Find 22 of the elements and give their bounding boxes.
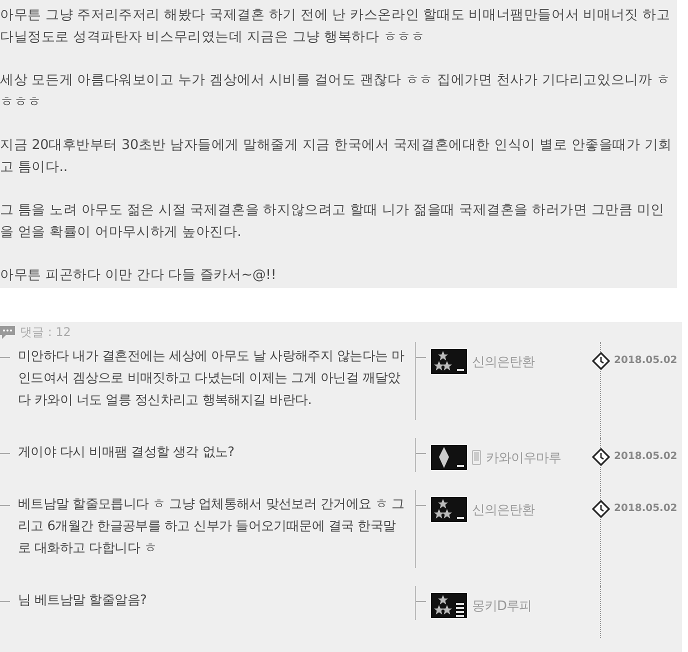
post-paragraph: 지금 20대후반부터 30초반 남자들에게 말해줄게 지금 한국에서 국제결혼에대한 인식이 별로 안좋을때가 기회고 틈이다.. bbox=[0, 136, 673, 177]
comment-count: 댓글 : 12 bbox=[20, 324, 71, 340]
comment-text: 미안하다 내가 결혼전에는 세상에 아무도 날 사랑해주지 않는다는 마인드여서 겜상으로 비매짓하고 다녔는데 이제는 그게 아닌걸 깨달았다 카와이 너도 얼릉 정신차리고 행복해지길 바란다. bbox=[18, 348, 405, 410]
post-paragraph: 그 틈을 노려 아무도 젊은 시절 국제결혼을 하지않으려고 할때 니가 젊을때 국제결혼을 하러가면 그만큼 미인을 얻을 확률이 어마무시하게 높아진다. bbox=[0, 201, 666, 242]
author-name[interactable]: 신의은탄환 bbox=[472, 500, 534, 518]
post-paragraph: 아무튼 그냥 주저리주저리 해봤다 국제결혼 하기 전에 난 카스온라인 할때도 비매너팸만들어서 비매너짓 하고 다닐정도로 성격파탄자 비스무리였는데 지금은 그냥 행복하다 ㅎㅎㅎ bbox=[0, 6, 672, 47]
level-badge-icon bbox=[431, 349, 467, 374]
level-badge-icon bbox=[431, 497, 467, 522]
comment-text: 베트남말 할줄모릅니다 ㅎ 그냥 업체통해서 맞선보러 간거에요 ㅎ 그리고 6개월간 한글공부를 하고 신부가 들어오기때문에 결국 한국말로 대화하고 다합니다 ㅎ bbox=[18, 496, 405, 558]
speech-bubble-icon bbox=[0, 326, 15, 338]
comment-text: 게이야 다시 비매팸 결성할 생각 없노? bbox=[18, 444, 236, 462]
post-paragraph: 아무튼 피곤하다 이만 간다 다들 즐카서~@!! bbox=[0, 266, 278, 285]
author-name[interactable]: 몽키D루피 bbox=[472, 596, 532, 614]
level-badge-icon bbox=[431, 593, 467, 618]
author-name[interactable]: 신의은탄환 bbox=[472, 352, 534, 370]
level-badge-icon bbox=[431, 445, 467, 470]
comment-date: 2018.05.02 bbox=[614, 451, 678, 462]
comment-date: 2018.05.02 bbox=[614, 503, 678, 514]
author-name[interactable]: 카와이우마루 bbox=[486, 448, 561, 466]
comment-text: 님 베트남말 할줄알음? bbox=[18, 592, 148, 610]
comment-date: 2018.05.02 bbox=[614, 355, 678, 366]
post-paragraph: 세상 모든게 아름다워보이고 누가 겜상에서 시비를 걸어도 괜찮다 ㅎㅎ 집에가면 천사가 기다리고있으니까 ㅎㅎㅎㅎ bbox=[0, 71, 672, 112]
